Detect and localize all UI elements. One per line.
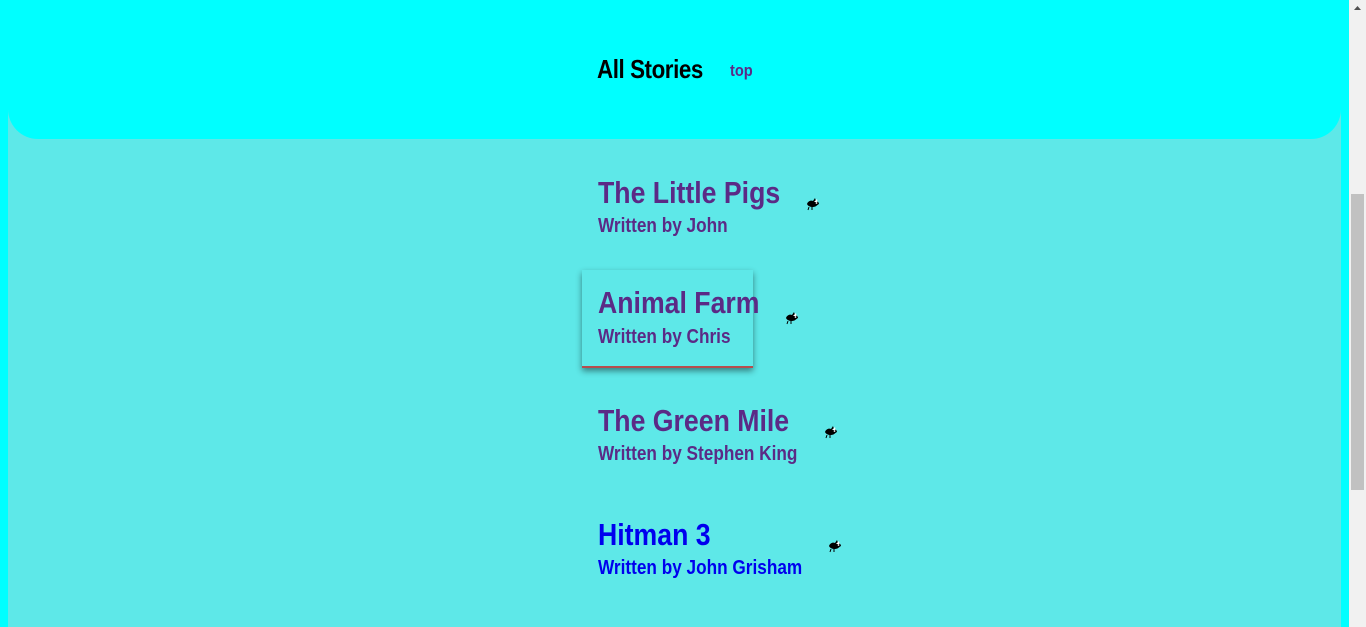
page-title: All Stories [597, 54, 703, 84]
vertical-scrollbar[interactable] [1349, 0, 1366, 627]
story-item[interactable]: The Green Mile Written by Stephen King [582, 400, 862, 498]
scroll-up-arrow-icon[interactable] [1349, 0, 1366, 17]
bird-icon[interactable] [784, 309, 800, 325]
story-title[interactable]: Hitman 3 [598, 517, 711, 553]
scrollbar-thumb[interactable] [1351, 194, 1364, 490]
story-title[interactable]: The Little Pigs [598, 175, 780, 211]
page-header: All Stories top [8, 0, 1341, 139]
top-link[interactable]: top [730, 61, 753, 81]
story-title[interactable]: The Green Mile [598, 403, 789, 439]
bird-icon[interactable] [827, 537, 843, 553]
story-title[interactable]: Animal Farm [598, 285, 759, 321]
bird-icon[interactable] [805, 195, 821, 211]
page-body: All Stories top The Little Pigs Written … [8, 0, 1341, 627]
story-item-highlighted[interactable]: Animal Farm Written by Chris [582, 270, 759, 368]
story-item[interactable]: The Little Pigs Written by John [582, 172, 862, 270]
story-item[interactable]: Hitman 3 Written by John Grisham [582, 514, 862, 612]
story-author: Written by John [598, 215, 728, 237]
story-author: Written by Stephen King [598, 443, 798, 465]
story-author: Written by John Grisham [598, 557, 803, 579]
bird-icon[interactable] [823, 423, 839, 439]
viewport: All Stories top The Little Pigs Written … [0, 0, 1349, 627]
story-author: Written by Chris [598, 326, 731, 348]
